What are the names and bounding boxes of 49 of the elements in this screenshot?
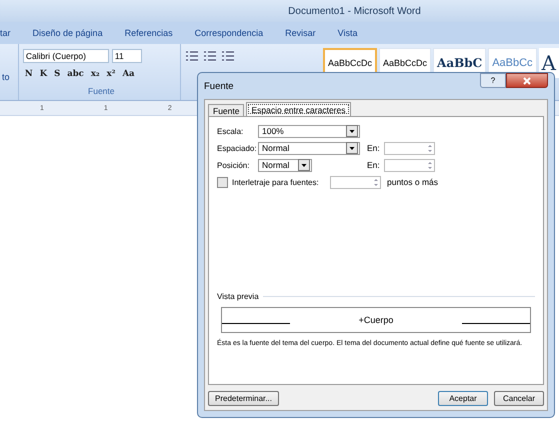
field-label: Posición: [217,160,250,170]
ribbon-tab[interactable]: Referencias [124,26,173,40]
ribbon-tab[interactable]: tar [0,26,11,40]
cancel-button[interactable]: Cancelar [494,391,544,406]
spinner-field[interactable] [384,158,435,172]
spinner-field[interactable] [384,142,435,154]
format-button[interactable]: x² [104,66,118,81]
group-label: to [1,72,11,82]
ok-button[interactable]: Aceptar [438,391,488,406]
list-icon[interactable] [184,50,199,62]
close-button[interactable] [506,73,548,88]
format-button[interactable]: K [38,66,50,81]
dropdown[interactable]: Normal [258,142,360,154]
checkbox[interactable] [217,176,228,188]
format-button[interactable]: N [22,66,35,81]
window-title: Documento1 - Microsoft Word [288,6,421,16]
font-name-dropdown[interactable]: Calibri (Cuerpo) [22,49,109,63]
field-label: En: [367,160,381,170]
ribbon-tab[interactable]: Revisar [285,26,316,40]
preview-text: +Cuerpo [358,315,394,325]
field-label: Espaciado: [217,144,258,152]
group-label: Fuente [88,86,114,96]
default-button[interactable]: Predeterminar... [208,391,279,406]
list-icon[interactable] [202,50,217,62]
checkbox-label: Interletraje para fuentes: [232,178,320,186]
spin-arrows-icon [426,142,434,154]
help-button[interactable]: ? [480,73,506,88]
dropdown[interactable]: 100% [258,124,360,138]
format-button[interactable]: x₂ [88,66,102,81]
format-button[interactable]: S [52,66,62,81]
ribbon-tab[interactable]: Correspondencia [194,26,264,40]
format-button[interactable]: Aa [120,66,137,81]
dropdown[interactable]: Normal [258,158,312,172]
dialog-title: Fuente [204,80,234,92]
ribbon-tab[interactable]: Vista [338,26,358,40]
spin-arrows-icon [372,176,380,188]
section-title: Vista previa [217,292,259,301]
ribbon-tab[interactable]: Diseño de página [32,26,103,40]
field-label: En: [367,143,381,153]
close-icon [523,76,531,84]
format-button[interactable]: abc [65,66,86,81]
dialog-tab[interactable]: Fuente [208,104,244,116]
unit-label: puntos o más [387,177,438,187]
spin-arrows-icon [426,160,434,170]
field-label: Escala: [217,126,244,136]
spinner-field[interactable] [330,176,381,188]
list-icon[interactable] [220,50,235,62]
font-size-dropdown[interactable]: 11 [112,49,142,63]
dialog-tab[interactable]: Espacio entre caracteres [246,102,350,116]
